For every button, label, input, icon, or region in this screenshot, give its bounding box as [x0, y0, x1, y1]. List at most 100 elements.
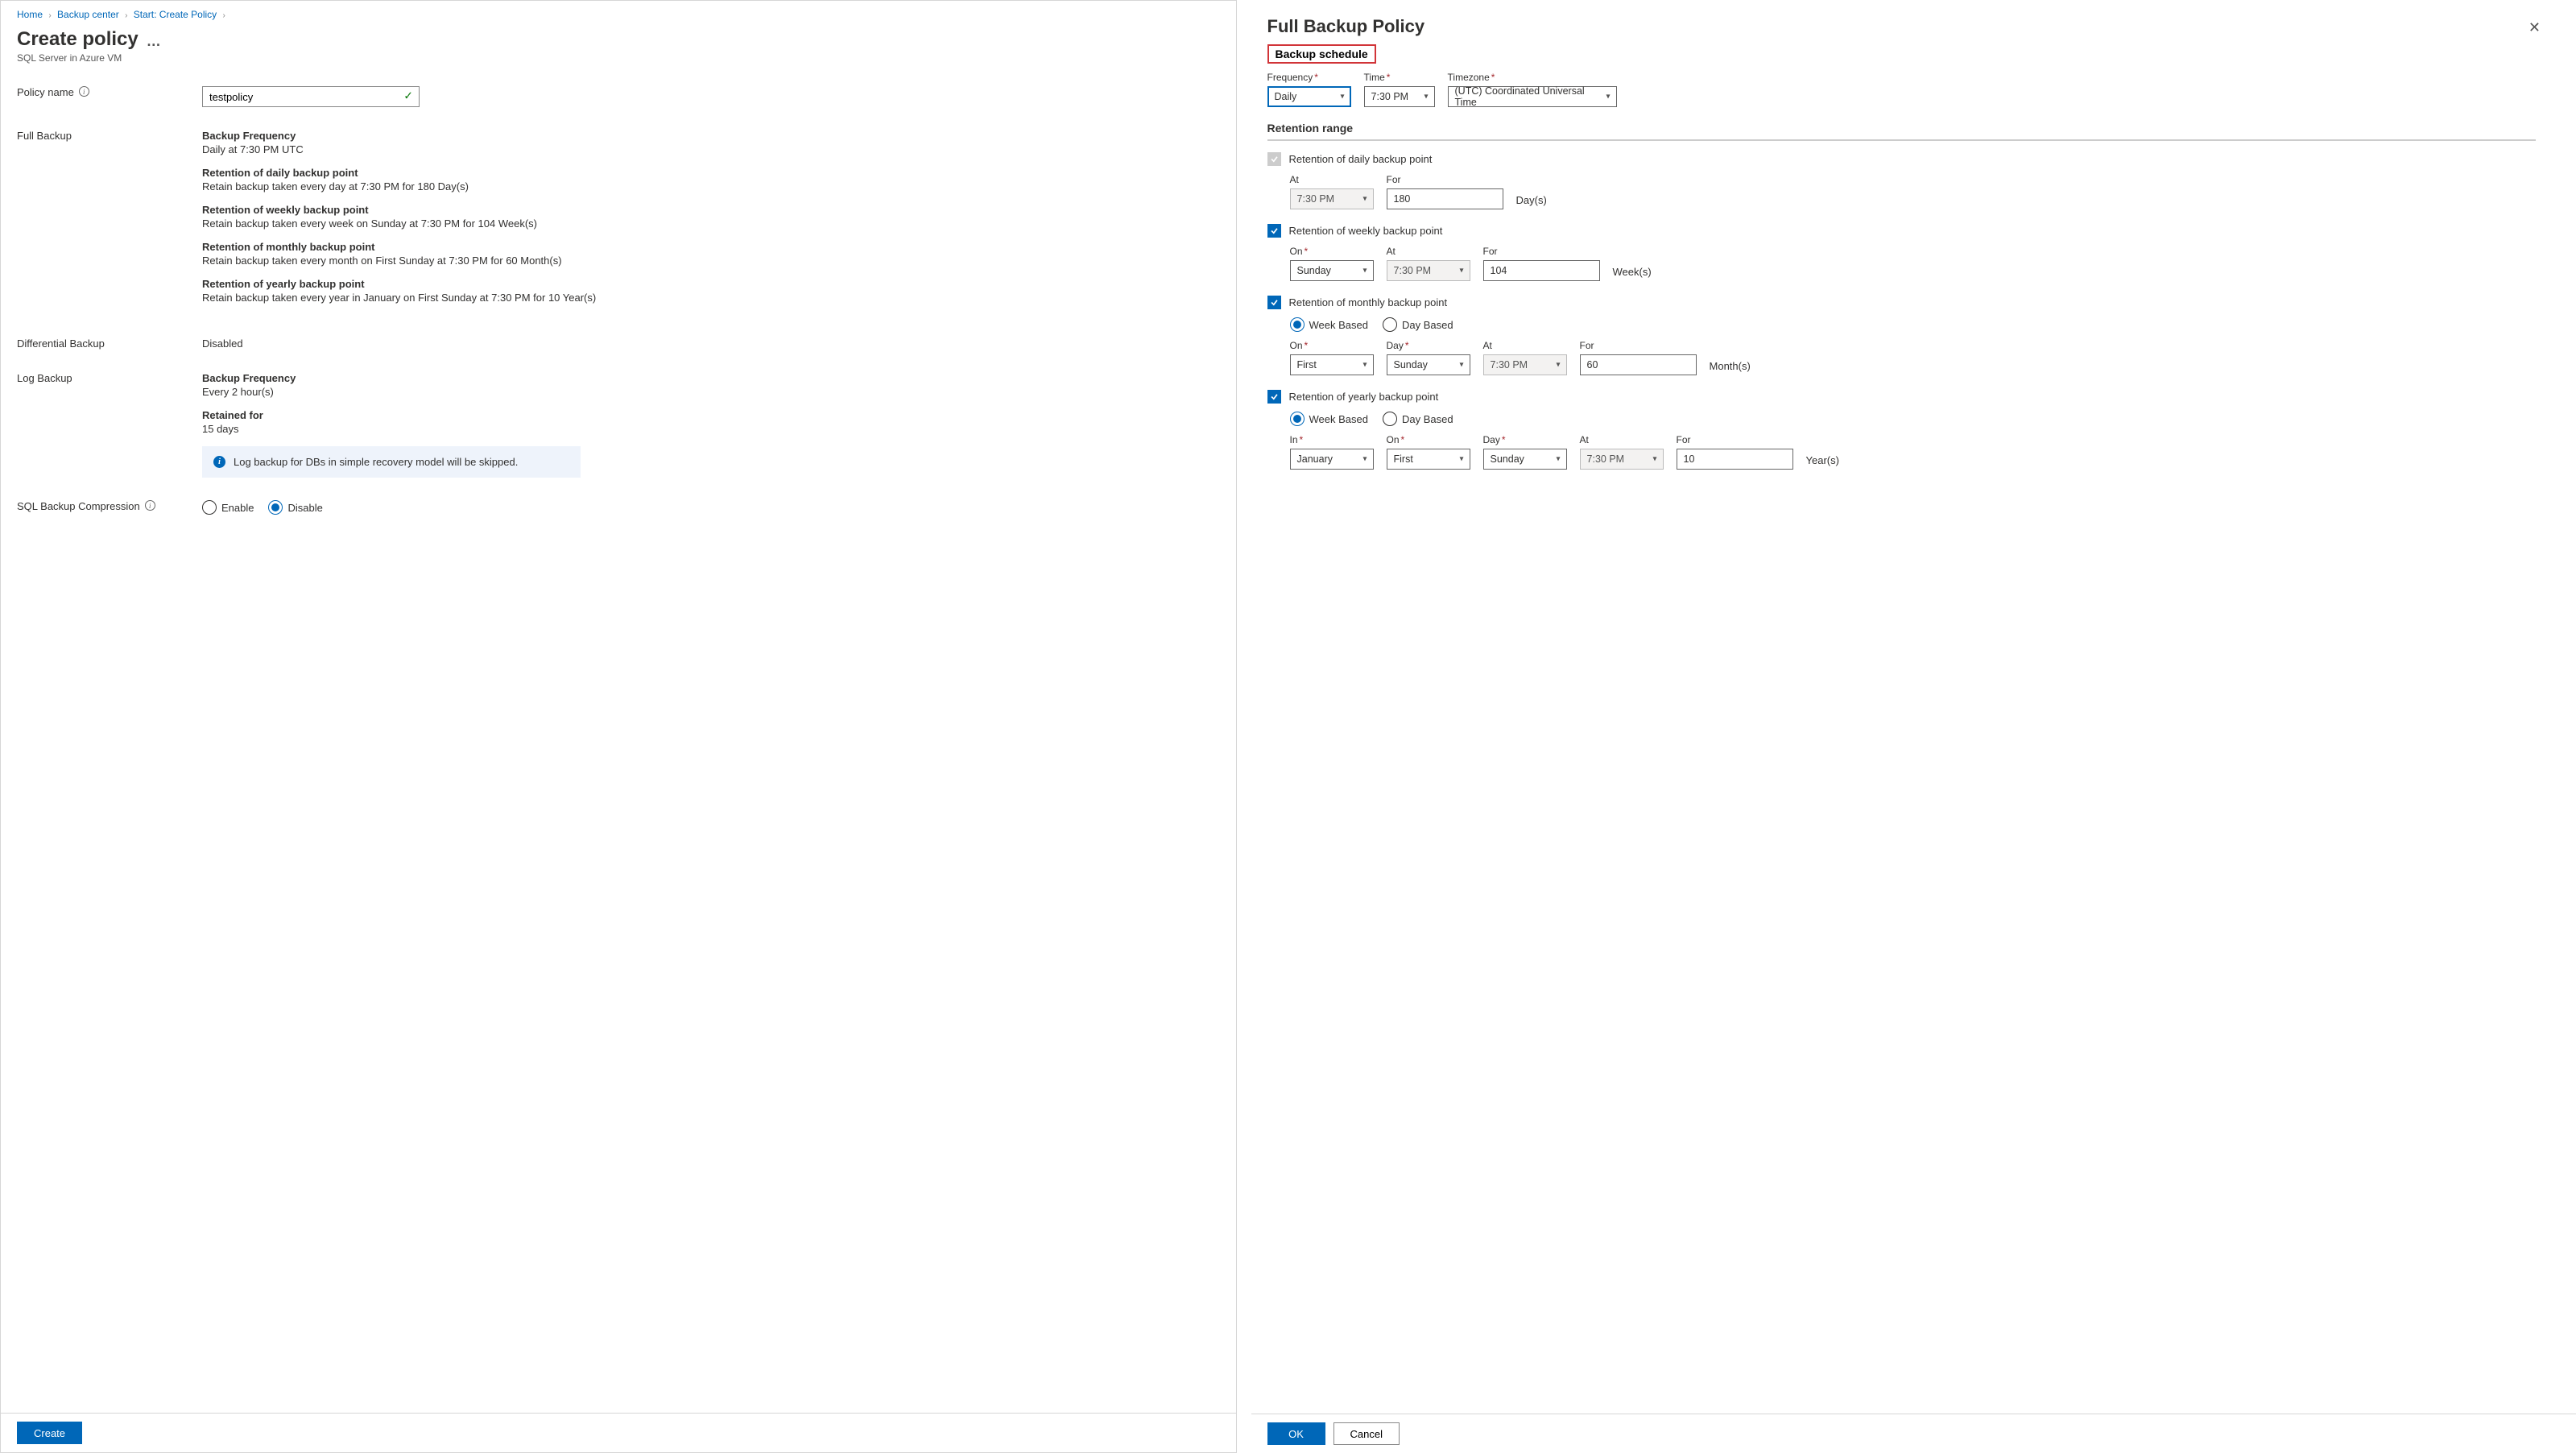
retention-yearly-title: Retention of yearly backup point: [202, 278, 1220, 290]
monthly-day-based-radio[interactable]: Day Based: [1383, 317, 1453, 332]
compression-label: SQL Backup Compression: [17, 500, 140, 512]
chevron-down-icon: ▾: [1459, 455, 1463, 464]
frequency-label: Frequency: [1267, 72, 1313, 83]
info-icon[interactable]: i: [145, 500, 155, 511]
monthly-week-based-radio[interactable]: Week Based: [1290, 317, 1368, 332]
weekly-unit: Week(s): [1613, 266, 1652, 281]
chevron-right-icon: ›: [125, 11, 127, 20]
breadcrumb: Home › Backup center › Start: Create Pol…: [17, 9, 1220, 20]
weekly-for-label: For: [1483, 246, 1600, 257]
frequency-select[interactable]: Daily ▾: [1267, 86, 1351, 107]
close-icon[interactable]: ✕: [2522, 16, 2547, 39]
compression-disable-label: Disable: [287, 502, 322, 514]
yearly-in-label: In: [1290, 434, 1298, 445]
full-backup-frequency-value: Daily at 7:30 PM UTC: [202, 143, 1220, 155]
backup-schedule-header: Backup schedule: [1267, 44, 1376, 64]
chevron-right-icon: ›: [223, 11, 225, 20]
info-banner-text: Log backup for DBs in simple recovery mo…: [234, 456, 518, 468]
chevron-down-icon: ▾: [1652, 455, 1656, 464]
chevron-down-icon: ▾: [1556, 361, 1560, 370]
yearly-retention-label: Retention of yearly backup point: [1289, 391, 1439, 403]
info-banner: i Log backup for DBs in simple recovery …: [202, 446, 581, 478]
chevron-down-icon: ▾: [1362, 267, 1367, 275]
full-backup-frequency-title: Backup Frequency: [202, 130, 1220, 142]
panel-title: Full Backup Policy: [1267, 16, 1425, 37]
retention-daily-title: Retention of daily backup point: [202, 167, 1220, 179]
time-label: Time: [1364, 72, 1385, 83]
log-backup-frequency-value: Every 2 hour(s): [202, 386, 1220, 398]
yearly-day-select[interactable]: Sunday▾: [1483, 449, 1567, 470]
chevron-down-icon: ▾: [1362, 361, 1367, 370]
timezone-select[interactable]: (UTC) Coordinated Universal Time ▾: [1448, 86, 1617, 107]
page-subtitle: SQL Server in Azure VM: [17, 52, 1220, 64]
log-backup-frequency-title: Backup Frequency: [202, 372, 1220, 384]
yearly-week-based-radio[interactable]: Week Based: [1290, 412, 1368, 426]
chevron-down-icon: ▾: [1362, 195, 1367, 204]
weekly-for-input[interactable]: 104: [1483, 260, 1600, 281]
retention-monthly-value: Retain backup taken every month on First…: [202, 255, 1220, 267]
yearly-on-select[interactable]: First▾: [1387, 449, 1470, 470]
retention-monthly-title: Retention of monthly backup point: [202, 241, 1220, 253]
retention-weekly-value: Retain backup taken every week on Sunday…: [202, 217, 1220, 230]
compression-disable-radio[interactable]: Disable: [268, 500, 322, 515]
chevron-down-icon: ▾: [1459, 267, 1463, 275]
full-backup-label: Full Backup: [17, 130, 72, 142]
check-icon: ✓: [403, 89, 413, 103]
weekly-on-label: On: [1290, 246, 1303, 257]
yearly-day-based-radio[interactable]: Day Based: [1383, 412, 1453, 426]
daily-unit: Day(s): [1516, 194, 1547, 209]
monthly-at-select: 7:30 PM▾: [1483, 354, 1567, 375]
yearly-at-select: 7:30 PM▾: [1580, 449, 1664, 470]
yearly-day-label: Day: [1483, 434, 1500, 445]
yearly-in-select[interactable]: January▾: [1290, 449, 1374, 470]
diff-backup-value: Disabled: [202, 337, 243, 350]
weekly-retention-checkbox[interactable]: [1267, 224, 1281, 238]
required-icon: *: [1491, 72, 1495, 83]
monthly-retention-checkbox[interactable]: [1267, 296, 1281, 309]
monthly-on-select[interactable]: First▾: [1290, 354, 1374, 375]
daily-for-input[interactable]: 180: [1387, 188, 1503, 209]
weekly-at-label: At: [1387, 246, 1470, 257]
log-backup-retained-value: 15 days: [202, 423, 1220, 435]
compression-enable-radio[interactable]: Enable: [202, 500, 254, 515]
monthly-on-label: On: [1290, 340, 1303, 351]
info-icon[interactable]: i: [79, 86, 89, 97]
monthly-retention-label: Retention of monthly backup point: [1289, 296, 1448, 308]
chevron-down-icon: ▾: [1340, 93, 1344, 101]
chevron-down-icon: ▾: [1362, 455, 1367, 464]
yearly-at-label: At: [1580, 434, 1664, 445]
create-button[interactable]: Create: [17, 1422, 82, 1444]
cancel-button[interactable]: Cancel: [1333, 1422, 1400, 1445]
policy-name-input[interactable]: [202, 86, 420, 107]
yearly-unit: Year(s): [1806, 454, 1839, 470]
weekly-at-select: 7:30 PM▾: [1387, 260, 1470, 281]
compression-enable-label: Enable: [221, 502, 254, 514]
ellipsis-icon[interactable]: …: [147, 34, 161, 48]
yearly-for-input[interactable]: 10: [1677, 449, 1793, 470]
monthly-for-input[interactable]: 60: [1580, 354, 1697, 375]
monthly-day-select[interactable]: Sunday▾: [1387, 354, 1470, 375]
retention-yearly-value: Retain backup taken every year in Januar…: [202, 292, 1220, 304]
page-title: Create policy: [17, 28, 139, 51]
required-icon: *: [1387, 72, 1391, 83]
breadcrumb-backup-center[interactable]: Backup center: [57, 9, 119, 20]
daily-for-label: For: [1387, 174, 1503, 185]
yearly-on-label: On: [1387, 434, 1400, 445]
time-select[interactable]: 7:30 PM ▾: [1364, 86, 1435, 107]
yearly-retention-checkbox[interactable]: [1267, 390, 1281, 404]
breadcrumb-start-create-policy[interactable]: Start: Create Policy: [134, 9, 217, 20]
breadcrumb-home[interactable]: Home: [17, 9, 43, 20]
daily-at-label: At: [1290, 174, 1374, 185]
monthly-at-label: At: [1483, 340, 1567, 351]
log-backup-label: Log Backup: [17, 372, 72, 384]
chevron-down-icon: ▾: [1459, 361, 1463, 370]
timezone-label: Timezone: [1448, 72, 1490, 83]
monthly-unit: Month(s): [1710, 360, 1751, 375]
chevron-down-icon: ▾: [1606, 93, 1610, 101]
ok-button[interactable]: OK: [1267, 1422, 1325, 1445]
weekly-on-select[interactable]: Sunday▾: [1290, 260, 1374, 281]
log-backup-retained-title: Retained for: [202, 409, 1220, 421]
required-icon: *: [1314, 72, 1318, 83]
chevron-right-icon: ›: [48, 11, 51, 20]
retention-weekly-title: Retention of weekly backup point: [202, 204, 1220, 216]
